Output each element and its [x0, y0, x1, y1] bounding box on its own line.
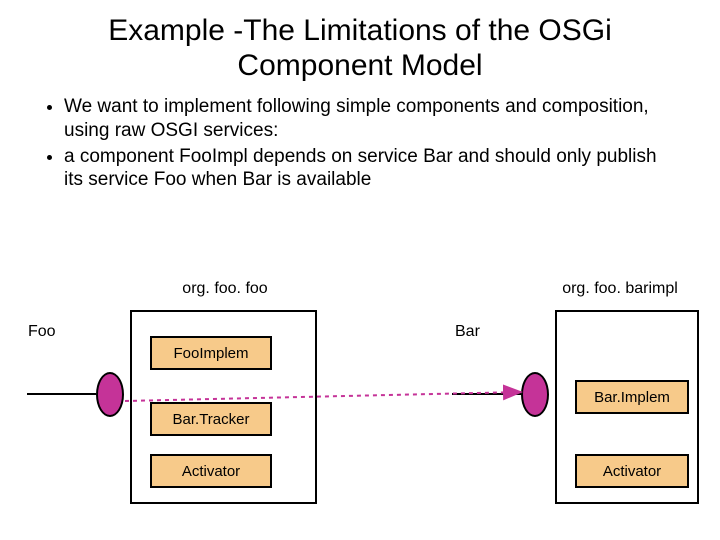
bullet-2: a component FooImpl depends on service B… [64, 145, 680, 193]
foo-port-icon [96, 372, 124, 417]
diagram: org. foo. foo org. foo. barimpl Foo Bar [0, 280, 720, 520]
left-activator-box: Activator [150, 454, 272, 488]
left-package-label: org. foo. foo [150, 280, 300, 298]
slide: Example -The Limitations of the OSGi Com… [0, 0, 720, 540]
right-package-label: org. foo. barimpl [545, 280, 695, 298]
barimplem-box: Bar.Implem [575, 380, 689, 414]
right-activator-box: Activator [575, 454, 689, 488]
bullet-1: We want to implement following simple co… [64, 95, 680, 143]
bar-service-label: Bar [455, 323, 480, 341]
bartracker-box: Bar.Tracker [150, 402, 272, 436]
foo-service-label: Foo [28, 323, 56, 341]
slide-title: Example -The Limitations of the OSGi Com… [0, 0, 720, 83]
fooimplem-box: FooImplem [150, 336, 272, 370]
bullet-list: We want to implement following simple co… [0, 83, 720, 192]
foo-wire [27, 393, 96, 395]
